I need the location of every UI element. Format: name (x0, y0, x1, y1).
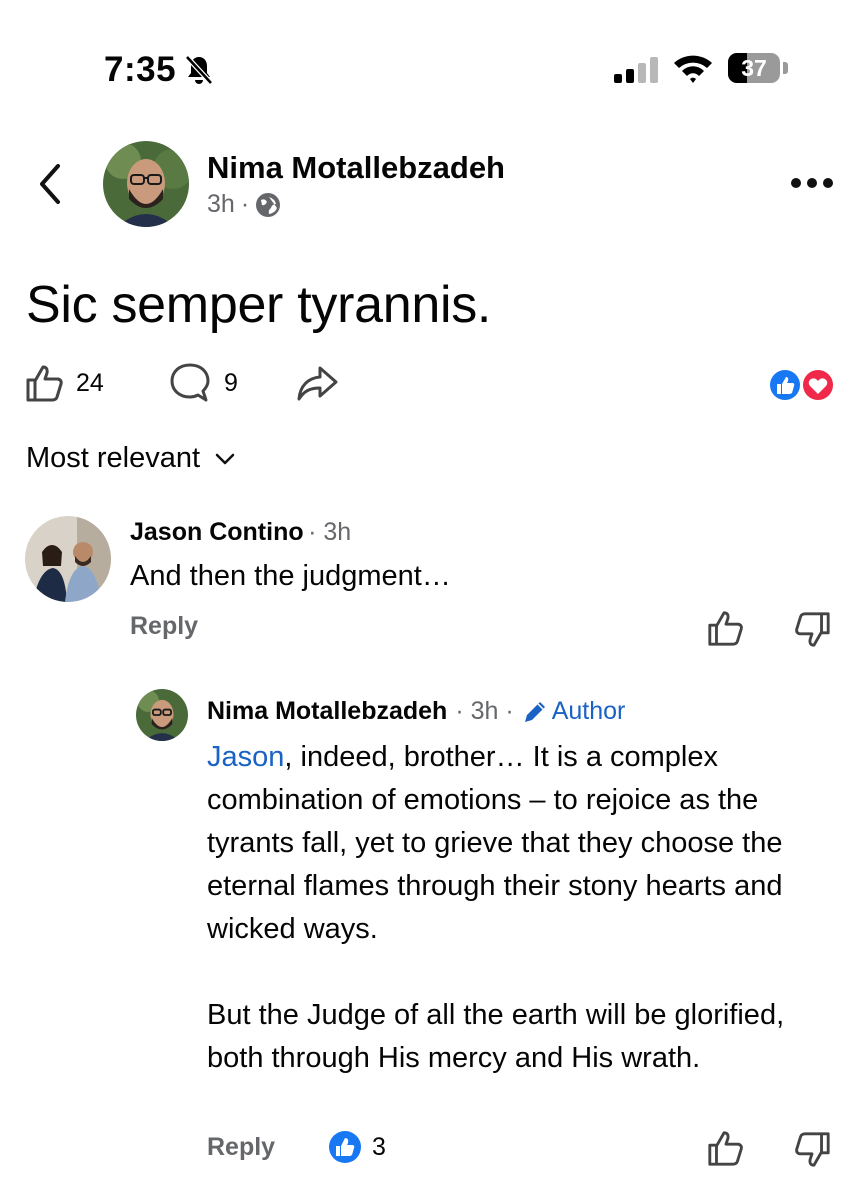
wifi-icon (674, 55, 712, 83)
cellular-signal-icon (614, 57, 658, 83)
bell-muted-icon (185, 55, 213, 85)
author-badge-label: Author (551, 697, 626, 725)
globe-icon (256, 192, 281, 217)
post-author-name[interactable]: Nima Motallebzadeh (207, 150, 505, 186)
reply-meta: · 3h · (455, 697, 514, 725)
reply-paragraph-1-text: , indeed, brother… It is a complex combi… (207, 741, 783, 945)
pencil-icon (524, 701, 545, 722)
reply-author-name[interactable]: Nima Motallebzadeh (207, 697, 447, 726)
comment-header: Jason Contino · 3h (130, 518, 351, 547)
comment-meta: · 3h (308, 518, 352, 546)
like-reaction-icon (329, 1131, 361, 1163)
post-comment-button[interactable]: 9 (168, 362, 238, 404)
post-comment-count: 9 (224, 368, 238, 397)
meta-separator: · (240, 190, 250, 218)
more-options-icon[interactable] (790, 175, 834, 191)
share-arrow-icon (297, 366, 338, 401)
like-reaction-icon (768, 368, 802, 402)
comment-like-icon[interactable] (706, 608, 746, 648)
reply-paragraph-2: But the Judge of all the earth will be g… (207, 999, 785, 1074)
reply-paragraph-1: Jason, indeed, brother… It is a complex … (207, 736, 827, 951)
reply-author-avatar[interactable] (136, 689, 188, 741)
comment-sort-dropdown[interactable]: Most relevant (26, 442, 236, 475)
mention-link[interactable]: Jason (207, 741, 284, 773)
status-time: 7:35 (104, 50, 177, 89)
post-age: 3h (207, 190, 235, 218)
post-share-button[interactable] (296, 362, 340, 404)
comment-author-avatar[interactable] (25, 516, 111, 602)
thumbs-up-icon (26, 365, 63, 402)
reply-reaction-count[interactable]: 3 (328, 1130, 386, 1164)
comment-text: And then the judgment… (130, 560, 451, 592)
back-arrow-icon[interactable] (30, 160, 70, 208)
reply-header: Nima Motallebzadeh · 3h · Author (207, 697, 625, 726)
love-reaction-icon (801, 368, 835, 402)
chevron-down-icon (215, 453, 235, 464)
comment-author-name[interactable]: Jason Contino (130, 518, 304, 546)
post-like-button[interactable]: 24 (24, 362, 104, 404)
reply-like-count: 3 (372, 1132, 386, 1161)
comment-bubble-icon (170, 363, 210, 402)
battery-percent: 37 (741, 55, 767, 81)
post-meta: 3h · (207, 190, 281, 219)
reply-reply-button[interactable]: Reply (207, 1133, 275, 1162)
sort-label: Most relevant (26, 442, 201, 474)
reply-dislike-icon[interactable] (792, 1130, 832, 1170)
post-like-count: 24 (76, 368, 104, 397)
reaction-summary[interactable] (766, 366, 838, 404)
comment-dislike-icon[interactable] (792, 610, 832, 650)
comment-reply-button[interactable]: Reply (130, 612, 198, 641)
author-badge: Author (522, 697, 626, 726)
post-author-avatar[interactable] (103, 141, 189, 227)
reply-text: Jason, indeed, brother… It is a complex … (207, 736, 827, 1080)
battery-indicator: 37 (728, 53, 790, 85)
reply-like-icon[interactable] (706, 1128, 746, 1168)
post-text: Sic semper tyrannis. (26, 276, 492, 334)
